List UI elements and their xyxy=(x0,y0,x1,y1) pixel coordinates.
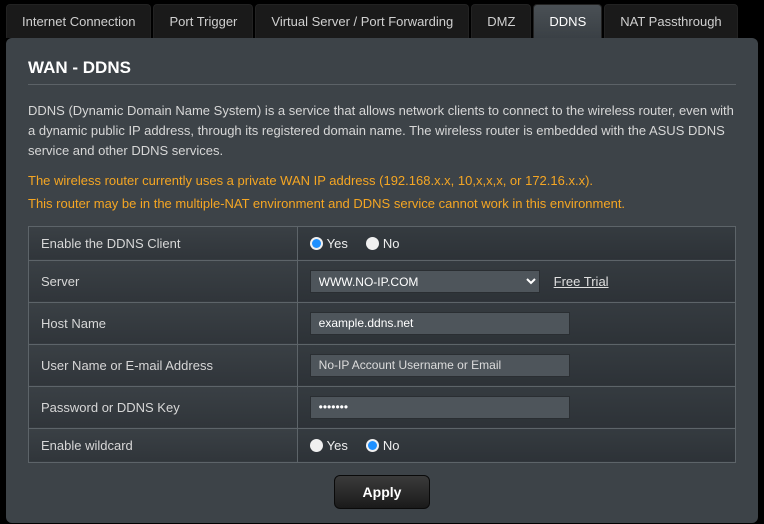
radio-label-yes: Yes xyxy=(327,438,348,453)
enable-client-yes[interactable]: Yes xyxy=(310,236,348,251)
free-trial-link[interactable]: Free Trial xyxy=(554,274,609,289)
wildcard-no[interactable]: No xyxy=(366,438,400,453)
enable-client-label: Enable the DDNS Client xyxy=(29,226,298,260)
enable-client-no[interactable]: No xyxy=(366,236,400,251)
radio-label-no: No xyxy=(383,438,400,453)
tab-port-trigger[interactable]: Port Trigger xyxy=(153,4,253,38)
tab-bar: Internet Connection Port Trigger Virtual… xyxy=(0,0,764,38)
enable-client-yes-radio[interactable] xyxy=(310,237,323,250)
radio-label-no: No xyxy=(383,236,400,251)
server-label: Server xyxy=(29,260,298,302)
wildcard-label: Enable wildcard xyxy=(29,428,298,462)
wildcard-yes-radio[interactable] xyxy=(310,439,323,452)
tab-ddns[interactable]: DDNS xyxy=(533,4,602,38)
hostname-label: Host Name xyxy=(29,302,298,344)
wildcard-yes[interactable]: Yes xyxy=(310,438,348,453)
page-title: WAN - DDNS xyxy=(28,58,736,78)
ddns-panel: WAN - DDNS DDNS (Dynamic Domain Name Sys… xyxy=(6,38,758,523)
warning-private-ip: The wireless router currently uses a pri… xyxy=(28,171,736,191)
warning-multi-nat: This router may be in the multiple-NAT e… xyxy=(28,194,736,214)
password-label: Password or DDNS Key xyxy=(29,386,298,428)
ddns-description: DDNS (Dynamic Domain Name System) is a s… xyxy=(28,101,736,161)
wildcard-no-radio[interactable] xyxy=(366,439,379,452)
apply-button[interactable]: Apply xyxy=(334,475,431,509)
tab-dmz[interactable]: DMZ xyxy=(471,4,531,38)
enable-client-no-radio[interactable] xyxy=(366,237,379,250)
password-input[interactable] xyxy=(310,396,570,419)
tab-virtual-server[interactable]: Virtual Server / Port Forwarding xyxy=(255,4,469,38)
username-input[interactable] xyxy=(310,354,570,377)
hostname-input[interactable] xyxy=(310,312,570,335)
radio-label-yes: Yes xyxy=(327,236,348,251)
username-label: User Name or E-mail Address xyxy=(29,344,298,386)
tab-nat-passthrough[interactable]: NAT Passthrough xyxy=(604,4,737,38)
divider xyxy=(28,84,736,85)
ddns-form-table: Enable the DDNS Client Yes No Server xyxy=(28,226,736,463)
tab-internet-connection[interactable]: Internet Connection xyxy=(6,4,151,38)
server-select[interactable]: WWW.NO-IP.COM xyxy=(310,270,540,293)
